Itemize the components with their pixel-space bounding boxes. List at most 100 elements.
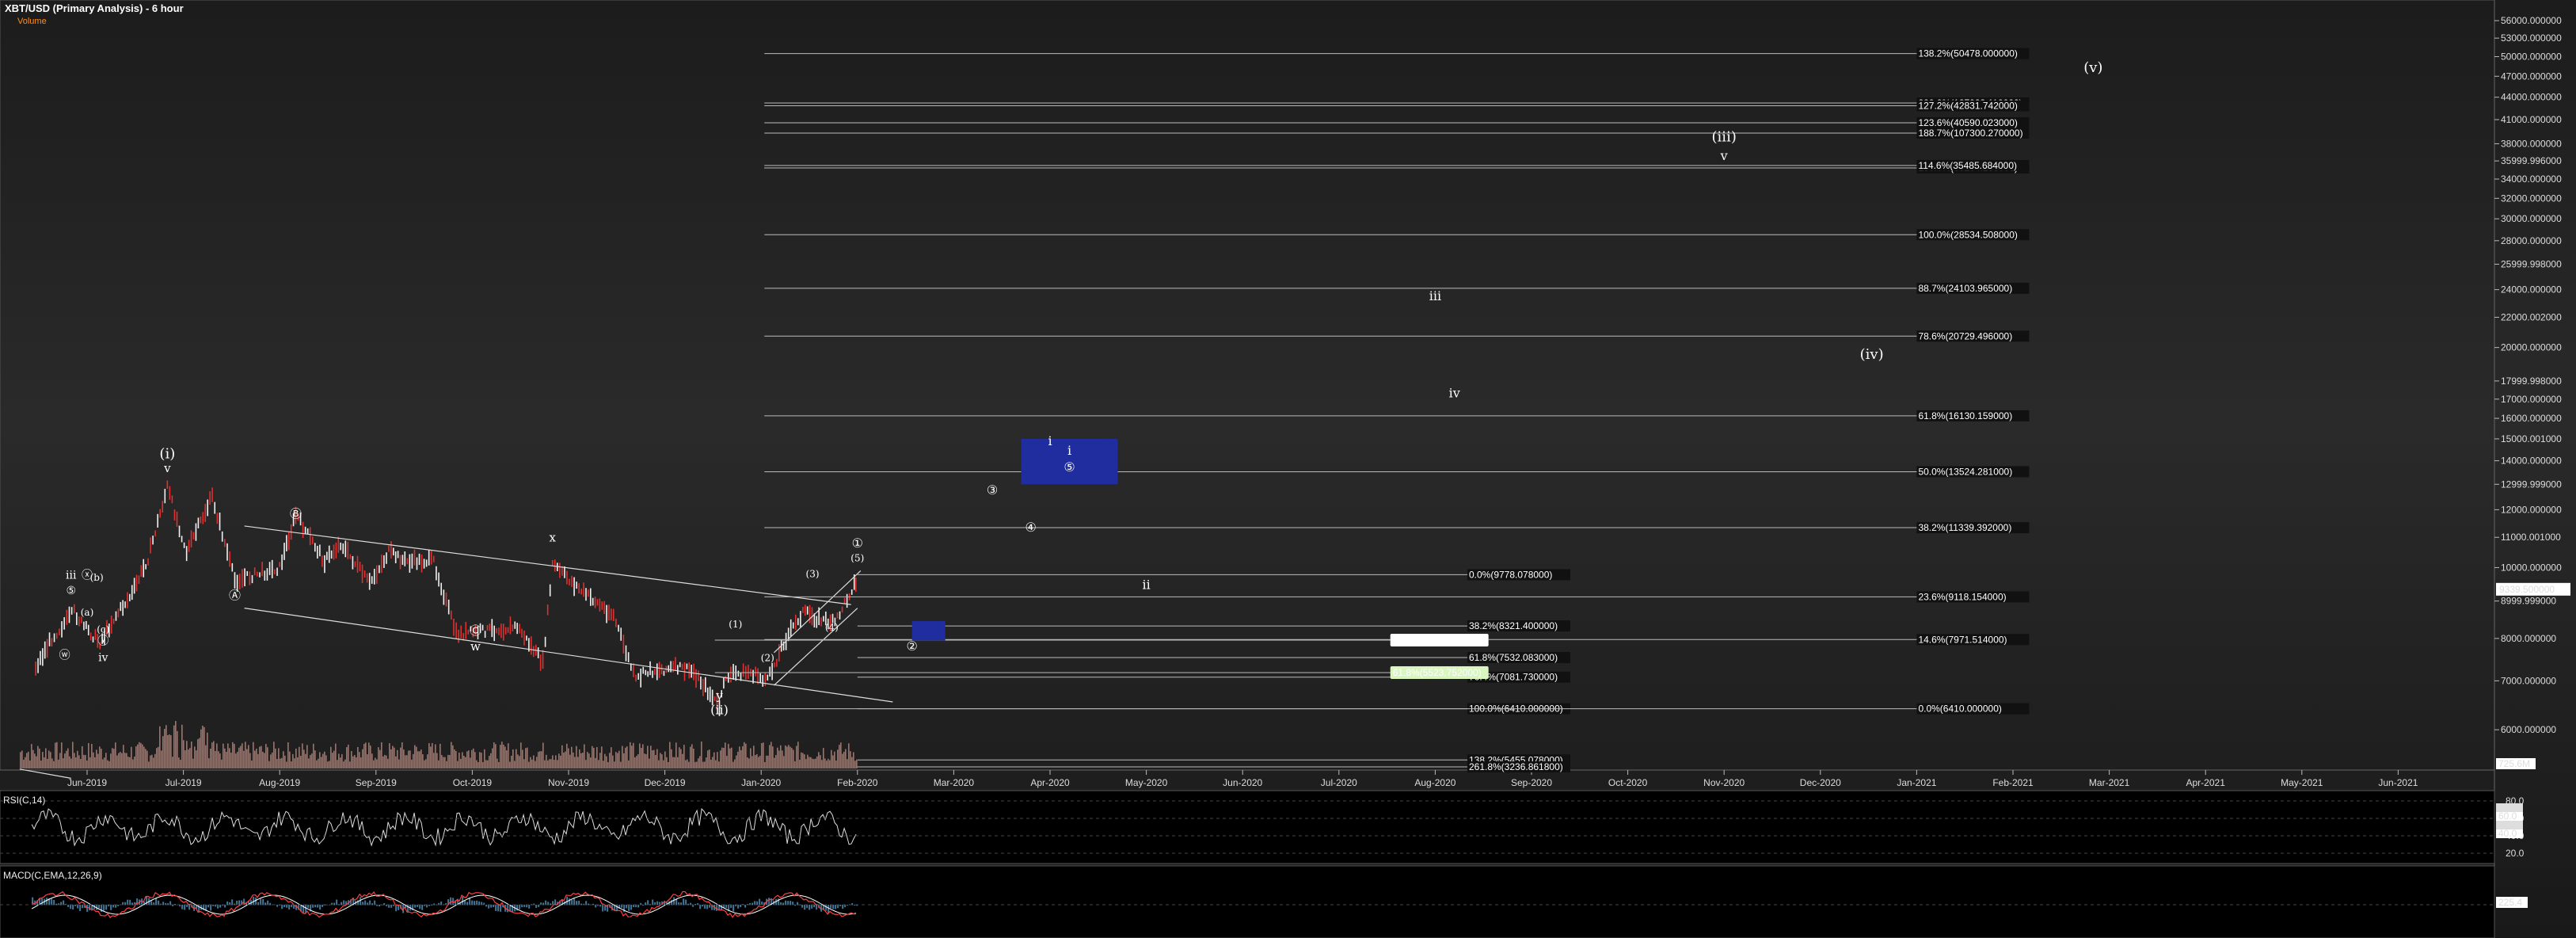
volume-bar (191, 741, 192, 768)
y-axis-tick-label: 11000.001000 (2501, 532, 2561, 543)
volume-bar (89, 757, 91, 768)
volume-bar (547, 760, 549, 768)
macd-histogram-bar (260, 898, 262, 906)
macd-histogram-bar (694, 904, 697, 906)
volume-bar (344, 759, 346, 768)
volume-bar (634, 757, 636, 768)
macd-histogram-bar (569, 898, 571, 906)
macd-histogram-bar (816, 905, 818, 910)
macd-histogram-bar (219, 905, 222, 908)
volume-bar (566, 743, 568, 768)
volume-bar (94, 757, 96, 768)
volume-bar (265, 744, 267, 768)
macd-histogram-bar (77, 905, 79, 909)
chart-canvas[interactable]: 56000.000000 53000.000000 50000.000000 4700… (0, 0, 2576, 938)
volume-bar (525, 748, 527, 768)
volume-bar (28, 751, 29, 768)
volume-bar (788, 745, 790, 768)
volume-bar (539, 751, 541, 768)
macd-histogram-bar (809, 905, 811, 910)
volume-bar (786, 746, 788, 768)
volume-bar (235, 753, 237, 768)
volume-bar (338, 753, 340, 768)
volume-bar (533, 755, 535, 768)
volume-bar (476, 760, 478, 768)
volume-bar (151, 754, 153, 768)
volume-bar (311, 753, 313, 768)
macd-histogram-bar (573, 898, 576, 906)
volume-bar (832, 755, 834, 768)
macd-histogram-bar (839, 905, 842, 906)
macd-histogram-bar (699, 905, 702, 909)
elliott-wave-label: i (1048, 433, 1052, 448)
volume-bar (522, 749, 523, 768)
elliott-wave-label: (a) (81, 607, 94, 618)
elliott-wave-label: ④ (1025, 520, 1037, 535)
fib-level-label: 0.0%(6410.000000) (1918, 704, 2001, 715)
volume-bar (745, 743, 747, 768)
volume-bar (834, 751, 835, 768)
macd-histogram-bar (842, 905, 844, 909)
volume-bar (680, 749, 682, 768)
volume-bar (677, 757, 679, 768)
volume-bar (115, 742, 116, 768)
volume-bar (580, 753, 582, 768)
chart-title: XBT/USD (Primary Analysis) - 6 hour (5, 2, 184, 14)
x-axis-tick-label: Apr-2021 (2186, 777, 2226, 788)
macd-histogram-bar (820, 905, 823, 912)
volume-bar (454, 749, 455, 768)
volume-bar (420, 749, 422, 768)
y-axis-tick-label: 7000.000000 (2501, 675, 2556, 686)
volume-bar (381, 742, 382, 768)
volume-bar (479, 752, 481, 768)
support-zone-box (911, 620, 946, 641)
volume-bar (484, 749, 485, 768)
macd-histogram-bar (231, 899, 234, 906)
macd-histogram-bar (417, 905, 419, 907)
volume-bar (729, 748, 731, 768)
volume-bar (439, 743, 441, 768)
macd-histogram-bar (830, 905, 832, 909)
y-axis-tick-label: 16000.000000 (2501, 413, 2562, 424)
x-axis-tick-label: Apr-2020 (1030, 777, 1070, 788)
volume-bar (376, 759, 378, 768)
volume-bar (175, 721, 177, 768)
macd-histogram-bar (319, 905, 322, 910)
x-axis-tick-label: Aug-2020 (1414, 777, 1455, 788)
volume-bar (731, 747, 732, 768)
volume-bar (240, 745, 242, 768)
volume-bar (390, 749, 392, 768)
macd-histogram-bar (837, 905, 839, 909)
x-axis-tick-label: Jan-2020 (741, 777, 781, 788)
volume-bar (473, 748, 474, 768)
volume-bar (826, 761, 828, 768)
x-axis-tick-label: Jan-2021 (1897, 777, 1936, 788)
macd-histogram-bar (804, 905, 806, 910)
volume-bar (281, 757, 283, 768)
y-axis-tick-label: 17999.998000 (2501, 376, 2562, 387)
macd-value-label: 225.4 (2498, 897, 2522, 908)
elliott-wave-label: y (715, 688, 723, 703)
volume-bar (558, 753, 560, 768)
elliott-wave-label: Ⓐ (229, 588, 241, 602)
elliott-wave-label: (c) (97, 623, 109, 635)
macd-histogram-bar (276, 905, 279, 907)
volume-bar (360, 757, 362, 768)
volume-bar (845, 749, 847, 768)
volume-bar (113, 749, 115, 768)
elliott-wave-label: ③ (987, 482, 998, 498)
volume-bar (465, 757, 466, 768)
volume-bar (778, 750, 780, 768)
volume-bar (753, 745, 755, 768)
volume-bar (435, 744, 436, 768)
volume-bar (541, 751, 542, 768)
fib-level-label: 88.7%(24103.965000) (1918, 283, 2012, 294)
macd-histogram-bar (74, 905, 77, 906)
volume-bar (441, 755, 443, 768)
volume-bar (406, 755, 408, 768)
macd-histogram-bar (744, 905, 747, 908)
volume-bar (666, 757, 668, 768)
volume-bar (145, 749, 146, 768)
volume-bar (127, 757, 129, 768)
macd-histogram-bar (768, 898, 771, 906)
